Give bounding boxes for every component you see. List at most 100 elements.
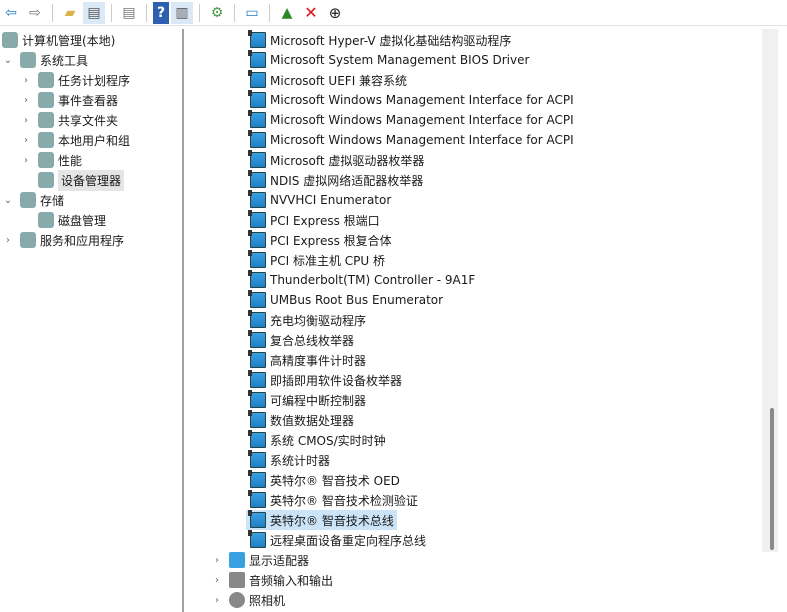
device-item[interactable]: 系统 CMOS/实时时钟 <box>246 430 386 450</box>
device-item[interactable]: Microsoft Windows Management Interface f… <box>246 110 574 130</box>
chevron-right-icon[interactable]: › <box>211 595 223 606</box>
device-label: NDIS 虚拟网络适配器枚举器 <box>270 173 424 188</box>
computer-icon <box>2 32 18 48</box>
tree-item-label: 服务和应用程序 <box>40 233 125 248</box>
uninstall-icon[interactable]: ✕ <box>300 2 322 24</box>
scrollbar-thumb[interactable] <box>770 408 774 550</box>
device-item[interactable]: Microsoft Hyper-V 虚拟化基础结构驱动程序 <box>246 30 511 50</box>
device-item[interactable]: NVVHCI Enumerator <box>246 190 391 210</box>
device-category[interactable]: › 显示适配器 <box>211 550 309 570</box>
device-item[interactable]: 系统计时器 <box>246 450 330 470</box>
device-item[interactable]: Microsoft UEFI 兼容系统 <box>246 70 407 90</box>
scan-hardware-icon[interactable]: ▭ <box>241 2 263 24</box>
help-icon[interactable]: ? <box>153 1 169 24</box>
device-item[interactable]: 即插即用软件设备枚举器 <box>246 370 402 390</box>
chevron-right-icon[interactable]: › <box>20 155 32 166</box>
device-item[interactable]: 高精度事件计时器 <box>246 350 366 370</box>
tree-item[interactable]: 设备管理器 <box>20 169 125 191</box>
tree-item[interactable]: ⌄ 存储 <box>2 190 64 210</box>
enable-device-icon[interactable]: ▲ <box>276 2 298 24</box>
device-item[interactable]: 可编程中断控制器 <box>246 390 366 410</box>
device-label: 复合总线枚举器 <box>270 333 355 348</box>
device-label: 即插即用软件设备枚举器 <box>270 373 403 388</box>
tree-item[interactable]: 磁盘管理 <box>20 210 106 230</box>
tree-item-label: 系统工具 <box>40 53 89 68</box>
device-manager-icon <box>38 172 54 188</box>
device-item[interactable]: 复合总线枚举器 <box>246 330 354 350</box>
device-item[interactable]: UMBus Root Bus Enumerator <box>246 290 443 310</box>
back-icon[interactable]: ⇦ <box>0 2 22 24</box>
system-device-icon <box>248 330 266 348</box>
tree-item-label: 本地用户和组 <box>58 133 131 148</box>
device-item[interactable]: 英特尔® 智音技术 OED <box>246 470 400 490</box>
performance-icon <box>38 152 54 168</box>
device-label: 可编程中断控制器 <box>270 393 367 408</box>
device-label: PCI 标准主机 CPU 桥 <box>270 253 385 268</box>
tree-item[interactable]: › 共享文件夹 <box>20 110 118 130</box>
chevron-right-icon[interactable]: › <box>20 75 32 86</box>
tree-item-label: 任务计划程序 <box>58 73 131 88</box>
device-item[interactable]: Microsoft Windows Management Interface f… <box>246 130 574 150</box>
device-item[interactable]: Microsoft System Management BIOS Driver <box>246 50 529 70</box>
chevron-right-icon[interactable]: › <box>2 235 14 246</box>
device-item[interactable]: PCI Express 根端口 <box>246 210 380 230</box>
tree-item[interactable]: 计算机管理(本地) <box>0 30 115 50</box>
device-label: 英特尔® 智音技术 OED <box>270 473 400 488</box>
tree-item[interactable]: › 任务计划程序 <box>20 70 130 90</box>
device-item[interactable]: Microsoft Windows Management Interface f… <box>246 90 574 110</box>
device-label: 充电均衡驱动程序 <box>270 313 367 328</box>
disable-device-icon[interactable]: ⊕ <box>324 2 346 24</box>
chevron-right-icon[interactable]: › <box>211 555 223 566</box>
clock-icon <box>38 72 54 88</box>
system-device-icon <box>248 110 266 128</box>
tree-item[interactable]: › 性能 <box>20 150 82 170</box>
update-driver-icon[interactable]: ⚙ <box>206 2 228 24</box>
device-category[interactable]: › 照相机 <box>211 590 285 610</box>
vertical-scrollbar[interactable] <box>762 29 778 552</box>
system-device-icon <box>248 490 266 508</box>
device-label: Microsoft Windows Management Interface f… <box>270 113 574 127</box>
device-category[interactable]: › 音频输入和输出 <box>211 570 333 590</box>
device-label: NVVHCI Enumerator <box>270 193 392 207</box>
device-label: Microsoft System Management BIOS Driver <box>270 53 530 67</box>
chevron-right-icon[interactable]: › <box>20 135 32 146</box>
system-device-icon <box>248 410 266 428</box>
device-item[interactable]: NDIS 虚拟网络适配器枚举器 <box>246 170 423 190</box>
tree-item[interactable]: ⌄ 系统工具 <box>2 50 88 70</box>
chevron-down-icon[interactable]: ⌄ <box>2 195 14 206</box>
device-label: Microsoft UEFI 兼容系统 <box>270 73 408 88</box>
tree-item[interactable]: › 事件查看器 <box>20 90 118 110</box>
system-device-icon <box>248 50 266 68</box>
chevron-down-icon[interactable]: ⌄ <box>2 55 14 66</box>
device-item[interactable]: Thunderbolt(TM) Controller - 9A1F <box>246 270 475 290</box>
chevron-right-icon[interactable]: › <box>20 115 32 126</box>
device-label: 系统计时器 <box>270 453 331 468</box>
tree-item-label: 计算机管理(本地) <box>22 33 116 48</box>
device-item[interactable]: 充电均衡驱动程序 <box>246 310 366 330</box>
system-device-icon <box>248 230 266 248</box>
device-label: 英特尔® 智音技术检测验证 <box>270 493 418 508</box>
chevron-right-icon[interactable]: › <box>211 575 223 586</box>
device-item[interactable]: PCI Express 根复合体 <box>246 230 392 250</box>
chevron-right-icon[interactable]: › <box>20 95 32 106</box>
forward-icon[interactable]: ⇨ <box>24 2 46 24</box>
show-hide-tree-icon[interactable]: ▤ <box>83 1 105 24</box>
up-folder-icon[interactable]: ▰ <box>59 2 81 24</box>
tree-item[interactable]: › 服务和应用程序 <box>2 230 124 250</box>
tree-item[interactable]: › 本地用户和组 <box>20 130 130 150</box>
system-device-icon <box>248 190 266 208</box>
device-item[interactable]: 远程桌面设备重定向程序总线 <box>246 530 426 550</box>
properties-icon[interactable]: ▤ <box>118 2 140 24</box>
device-label: Microsoft Windows Management Interface f… <box>270 133 574 147</box>
display-adapter-icon <box>229 552 245 568</box>
system-device-icon <box>248 350 266 368</box>
device-item[interactable]: PCI 标准主机 CPU 桥 <box>246 250 385 270</box>
system-device-icon <box>248 290 266 308</box>
device-label: UMBus Root Bus Enumerator <box>270 293 444 307</box>
speaker-icon <box>229 572 245 588</box>
device-item[interactable]: 英特尔® 智音技术总线 <box>246 510 397 530</box>
action-pane-icon[interactable]: ▥ <box>171 1 193 24</box>
device-item[interactable]: 数值数据处理器 <box>246 410 354 430</box>
device-item[interactable]: 英特尔® 智音技术检测验证 <box>246 490 418 510</box>
device-item[interactable]: Microsoft 虚拟驱动器枚举器 <box>246 150 424 170</box>
